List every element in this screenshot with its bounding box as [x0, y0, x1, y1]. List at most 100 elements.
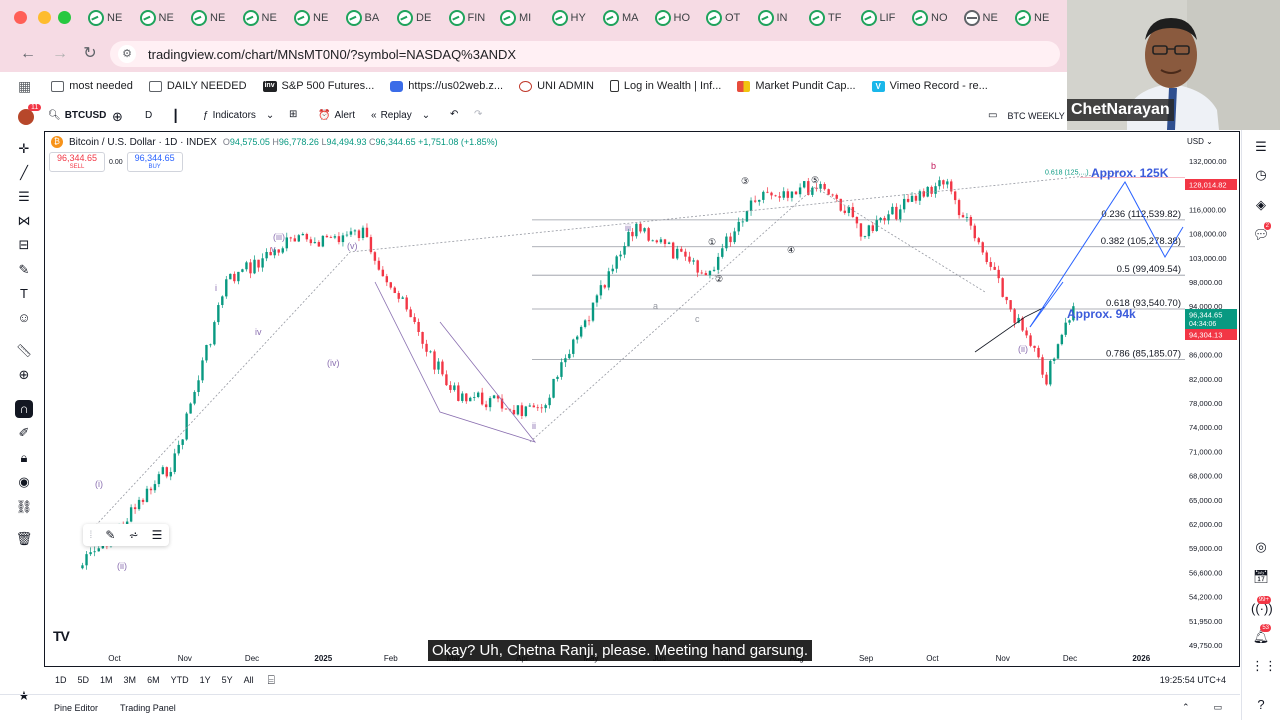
lock-icon[interactable]: 🔒︎: [15, 449, 33, 467]
bookmark-item[interactable]: Log in Wealth | Inf...: [609, 80, 721, 92]
range-button[interactable]: All: [244, 675, 254, 685]
text-icon[interactable]: T: [15, 285, 33, 303]
bookmark-item[interactable]: V Vimeo Record - re...: [871, 80, 988, 92]
browser-tab[interactable]: BA: [345, 8, 379, 28]
templates-button[interactable]: ⊞: [289, 109, 297, 120]
sell-button[interactable]: 96,344.65 SELL: [49, 152, 105, 172]
browser-tab[interactable]: TF: [809, 8, 841, 28]
bookmark-item[interactable]: inv S&P 500 Futures...: [262, 80, 374, 92]
browser-tab[interactable]: FIN: [448, 8, 485, 28]
browser-tab[interactable]: NE: [294, 8, 328, 28]
trading-panel-tab[interactable]: Trading Panel: [120, 703, 176, 713]
currency-selector[interactable]: USD ⌄: [1187, 137, 1213, 146]
range-button[interactable]: 5D: [78, 675, 90, 685]
calendar-icon[interactable]: 📅︎: [1251, 568, 1271, 586]
clock-readout[interactable]: 19:25:54 UTC+4: [1160, 675, 1226, 685]
eye-icon[interactable]: ◉: [15, 473, 33, 491]
user-avatar[interactable]: 11: [18, 104, 42, 125]
browser-tab[interactable]: NE: [139, 8, 174, 28]
reload-icon[interactable]: ↻: [80, 44, 100, 64]
indicators-button[interactable]: ƒ Indicators ⌄: [203, 110, 274, 121]
collapse-panel-icon[interactable]: ⌃: [1182, 702, 1190, 713]
browser-tab[interactable]: HY: [551, 8, 586, 28]
bookmark-item[interactable]: most needed: [51, 80, 133, 92]
pattern-icon[interactable]: ⋈: [15, 212, 33, 230]
layers-icon[interactable]: ◈: [1251, 196, 1271, 214]
range-button[interactable]: 5Y: [222, 675, 233, 685]
redo-button[interactable]: ↷: [474, 109, 482, 120]
maximize-window-button[interactable]: [58, 11, 71, 24]
undo-button[interactable]: ↶: [450, 109, 458, 120]
minimize-window-button[interactable]: [38, 11, 51, 24]
layout-button[interactable]: ▭ BTC WEEKLY: [988, 110, 1065, 121]
target-icon[interactable]: ◎: [1251, 538, 1271, 556]
browser-tab[interactable]: NO: [912, 8, 948, 28]
price-axis-label: 68,000.00: [1189, 472, 1222, 481]
forecast-icon[interactable]: ⊟: [15, 236, 33, 254]
link-icon[interactable]: ⛓: [15, 498, 33, 516]
ruler-icon[interactable]: 📏︎: [15, 342, 33, 360]
browser-tab[interactable]: OT: [706, 8, 740, 28]
site-info-icon[interactable]: ⚙: [118, 45, 136, 63]
chart-type-button[interactable]: ┃: [172, 109, 179, 123]
clock-alerts-icon[interactable]: ◷: [1251, 166, 1271, 184]
zoom-in-icon[interactable]: ⊕: [15, 366, 33, 384]
apps-dots-icon[interactable]: ⋮⋮: [1251, 657, 1277, 675]
range-button[interactable]: 3M: [124, 675, 137, 685]
forward-arrow-icon[interactable]: →: [50, 44, 70, 64]
browser-tab[interactable]: NE: [1015, 8, 1049, 28]
range-button[interactable]: 1Y: [200, 675, 211, 685]
maximize-panel-icon[interactable]: ▭: [1213, 702, 1222, 713]
crosshair-icon[interactable]: ✛: [15, 140, 33, 158]
browser-tab[interactable]: NE: [963, 8, 998, 28]
broadcast-icon[interactable]: ((·)) 99+: [1251, 596, 1273, 618]
range-button[interactable]: 1M: [100, 675, 113, 685]
browser-tab[interactable]: NE: [88, 8, 122, 28]
pencil-icon[interactable]: ✎: [105, 528, 115, 542]
range-button[interactable]: 1D: [55, 675, 67, 685]
brush-icon[interactable]: ✎: [15, 261, 33, 279]
trend-angle-icon[interactable]: ⩫: [129, 528, 139, 542]
browser-tab[interactable]: IN: [757, 8, 788, 28]
chat-icon[interactable]: 💬︎ 2: [1251, 222, 1271, 244]
browser-tab[interactable]: NE: [242, 8, 277, 28]
drag-handle-icon[interactable]: ⁞: [90, 530, 93, 541]
bookmark-item[interactable]: DAILY NEEDED: [148, 80, 247, 92]
apps-grid-icon[interactable]: ▦: [18, 78, 31, 95]
compare-symbol-button[interactable]: ⊕: [112, 109, 123, 125]
price-chart[interactable]: 132,000.00124,000.00116,000.00108,000.00…: [45, 132, 1240, 667]
chart-pane[interactable]: 132,000.00124,000.00116,000.00108,000.00…: [44, 131, 1240, 667]
close-window-button[interactable]: [14, 11, 27, 24]
bookmark-item[interactable]: UNI ADMIN: [519, 80, 594, 92]
candle-body: [373, 252, 377, 261]
browser-tab[interactable]: NE: [191, 8, 225, 28]
alert-button[interactable]: ⏰ Alert: [318, 110, 355, 121]
bookmark-item[interactable]: Market Pundit Cap...: [737, 80, 856, 92]
drawing-mode-icon[interactable]: ✐: [15, 424, 33, 442]
trend-line-icon[interactable]: ╱: [15, 164, 33, 182]
replay-button[interactable]: « Replay ⌄: [371, 110, 430, 121]
watchlist-icon[interactable]: ☰: [1251, 138, 1271, 156]
fib-icon[interactable]: ☰: [15, 188, 33, 206]
browser-tab[interactable]: HO: [654, 8, 690, 28]
interval-button[interactable]: D: [145, 110, 152, 121]
trash-icon[interactable]: 🗑︎: [15, 530, 33, 548]
help-icon[interactable]: ?: [1251, 696, 1271, 714]
fib-lines-icon[interactable]: ☰: [152, 528, 163, 542]
emoji-icon[interactable]: ☺: [15, 309, 33, 327]
range-button[interactable]: 6M: [147, 675, 160, 685]
browser-tab[interactable]: MA: [603, 8, 639, 28]
pine-editor-tab[interactable]: Pine Editor: [54, 703, 98, 713]
back-arrow-icon[interactable]: ←: [18, 44, 38, 64]
buy-button[interactable]: 96,344.65 BUY: [126, 152, 183, 172]
bookmark-item[interactable]: https://us02web.z...: [390, 80, 503, 92]
range-button[interactable]: YTD: [171, 675, 189, 685]
magnet-icon[interactable]: ∩: [15, 400, 33, 418]
browser-tab[interactable]: MI: [500, 8, 531, 28]
symbol-search[interactable]: 🔍︎ BTCUSD: [48, 110, 106, 121]
browser-tab[interactable]: LIF: [860, 8, 895, 28]
browser-tab[interactable]: DE: [397, 8, 431, 28]
url-bar[interactable]: ⚙ tradingview.com/chart/MNsMT0N0/?symbol…: [110, 41, 1060, 67]
bell-icon[interactable]: 🔔︎ 53: [1251, 624, 1271, 646]
calendar-range-icon[interactable]: ⌸: [268, 673, 275, 688]
